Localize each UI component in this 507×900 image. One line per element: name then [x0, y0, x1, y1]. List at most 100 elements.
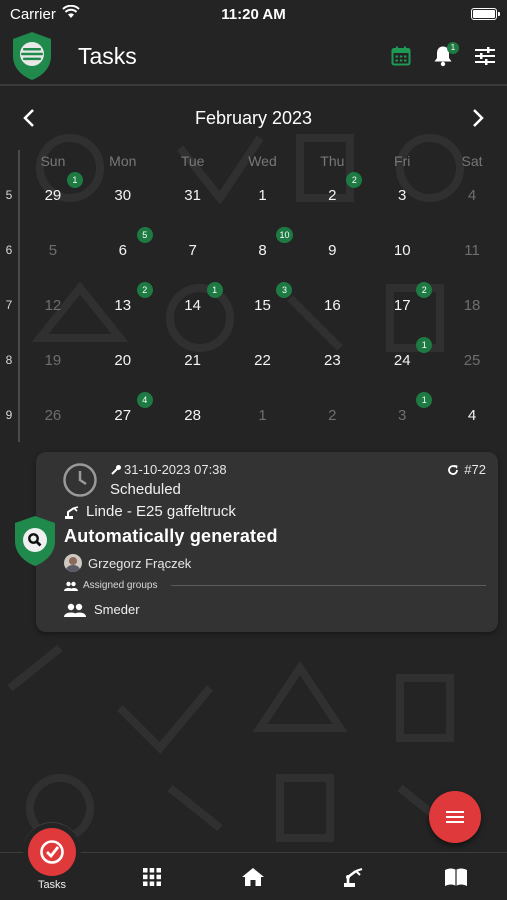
- calendar-header: February 2023: [0, 100, 507, 136]
- task-datetime: 31-10-2023 07:38: [124, 462, 227, 477]
- task-user-row: Grzegorz Frączek: [64, 554, 191, 572]
- menu-fab-button[interactable]: [429, 791, 481, 843]
- calendar-day-number: 15: [254, 297, 271, 314]
- calendar-day[interactable]: 7: [158, 223, 228, 278]
- calendar-day[interactable]: 22: [228, 333, 298, 388]
- calendar-day[interactable]: 19: [18, 333, 88, 388]
- calendar-day-number: 31: [184, 187, 201, 204]
- wrench-icon: [111, 464, 121, 475]
- calendar-day[interactable]: 22: [297, 168, 367, 223]
- calendar-day-number: 6: [118, 242, 127, 259]
- calendar-day[interactable]: 4: [437, 388, 507, 443]
- calendar-day[interactable]: 4: [437, 168, 507, 223]
- calendar-day[interactable]: 9: [297, 223, 367, 278]
- calendar-day[interactable]: 8 10: [228, 223, 298, 278]
- notifications-button[interactable]: 1: [431, 42, 459, 68]
- nav-tasks-circle: [28, 827, 76, 876]
- calendar-day[interactable]: 18: [437, 278, 507, 333]
- calendar-day-number: 21: [184, 352, 201, 369]
- calendar-day[interactable]: 27 4: [88, 388, 158, 443]
- chevron-left-icon: [23, 109, 34, 127]
- nav-manual-button[interactable]: [426, 853, 486, 900]
- calendar-day[interactable]: 14 1: [158, 278, 228, 333]
- calendar-day[interactable]: 2: [297, 388, 367, 443]
- nav-tasks-label: Tasks: [37, 879, 67, 891]
- calendar-day-number: 26: [44, 407, 62, 424]
- groups-icon: [64, 603, 86, 617]
- book-icon: [445, 868, 467, 886]
- assigned-groups-header: Assigned groups: [64, 580, 486, 591]
- check-circle-icon: [40, 839, 64, 864]
- calendar-day-number: 17: [393, 297, 411, 314]
- calendar-day-number: 18: [463, 297, 481, 314]
- task-count-badge: 1: [66, 171, 83, 188]
- app-actions: 1: [389, 42, 497, 68]
- calendar-day-number: 29: [44, 187, 62, 204]
- calendar-day[interactable]: 17 2: [367, 278, 437, 333]
- calendar-day[interactable]: 1: [228, 168, 298, 223]
- calendar-day-number: 11: [464, 242, 480, 259]
- calendar-day[interactable]: 23: [297, 333, 367, 388]
- task-user: Grzegorz Frączek: [88, 555, 192, 571]
- task-group-row: Smeder: [64, 602, 140, 617]
- menu-icon: [446, 811, 464, 823]
- calendar-day[interactable]: 26: [18, 388, 88, 443]
- previous-month-button[interactable]: [18, 107, 40, 129]
- calendar-view-button[interactable]: [389, 44, 413, 68]
- clock-icon: [63, 463, 97, 497]
- calendar-day-number: 10: [393, 242, 411, 259]
- filter-settings-button[interactable]: [473, 44, 497, 68]
- calendar-day[interactable]: 10: [367, 223, 437, 278]
- calendar-day-number: 12: [44, 297, 62, 314]
- calendar-day[interactable]: 25: [437, 333, 507, 388]
- calendar-day[interactable]: 65: [88, 223, 158, 278]
- calendar-day[interactable]: 15 3: [228, 278, 298, 333]
- calendar-day[interactable]: 28: [158, 388, 228, 443]
- app-bar: Tasks 1: [0, 28, 507, 86]
- task-count-badge: 5: [136, 226, 153, 243]
- calendar-icon: [391, 46, 411, 66]
- task-count-badge: 10: [276, 226, 293, 243]
- calendar-day[interactable]: 12: [18, 278, 88, 333]
- calendar-day-number: 2: [328, 187, 337, 204]
- nav-machines-button[interactable]: [324, 853, 384, 900]
- task-machine: Linde - E25 gaffeltruck: [86, 503, 236, 520]
- status-left: Carrier: [10, 4, 80, 23]
- nav-apps-button[interactable]: [122, 853, 182, 900]
- calendar-month-label: February 2023: [194, 107, 313, 128]
- task-count-badge: 2: [346, 171, 363, 188]
- groups-icon: [64, 581, 78, 591]
- nav-home-button[interactable]: [223, 853, 283, 900]
- tune-icon: [475, 47, 495, 65]
- calendar-day[interactable]: 31: [158, 168, 228, 223]
- task-card[interactable]: 31-10-2023 07:38 #72 Scheduled Linde - E…: [36, 452, 498, 632]
- calendar-day-number: 28: [184, 407, 201, 424]
- calendar-day-number: 23: [324, 352, 341, 369]
- task-search-shield-icon[interactable]: [12, 514, 58, 568]
- calendar-day-number: 1: [258, 407, 267, 424]
- calendar-day-number: 2: [328, 407, 337, 424]
- calendar-day[interactable]: 13 2: [88, 278, 158, 333]
- next-month-button[interactable]: [467, 107, 489, 129]
- task-count-badge: 2: [416, 281, 433, 298]
- battery-icon: [471, 8, 500, 20]
- calendar-day[interactable]: 5: [18, 223, 88, 278]
- calendar-day[interactable]: 16: [297, 278, 367, 333]
- calendar-day[interactable]: 31: [367, 388, 437, 443]
- nav-tasks-button[interactable]: [23, 822, 81, 880]
- calendar-day[interactable]: 29 1: [18, 168, 88, 223]
- robot-arm-icon: [65, 505, 79, 519]
- calendar-day[interactable]: 11: [437, 223, 507, 278]
- calendar-day[interactable]: 30: [88, 168, 158, 223]
- calendar-day[interactable]: 3: [367, 168, 437, 223]
- calendar-day[interactable]: 24 1: [367, 333, 437, 388]
- calendar-day[interactable]: 20: [88, 333, 158, 388]
- apps-grid-icon: [143, 868, 161, 886]
- calendar-day[interactable]: 1: [228, 388, 298, 443]
- chevron-right-icon: [473, 109, 484, 127]
- calendar-day-number: 9: [328, 242, 337, 259]
- task-status: Scheduled: [110, 481, 181, 498]
- calendar-day-number: 1: [258, 187, 267, 204]
- task-id: #72: [464, 462, 486, 477]
- calendar-day[interactable]: 21: [158, 333, 228, 388]
